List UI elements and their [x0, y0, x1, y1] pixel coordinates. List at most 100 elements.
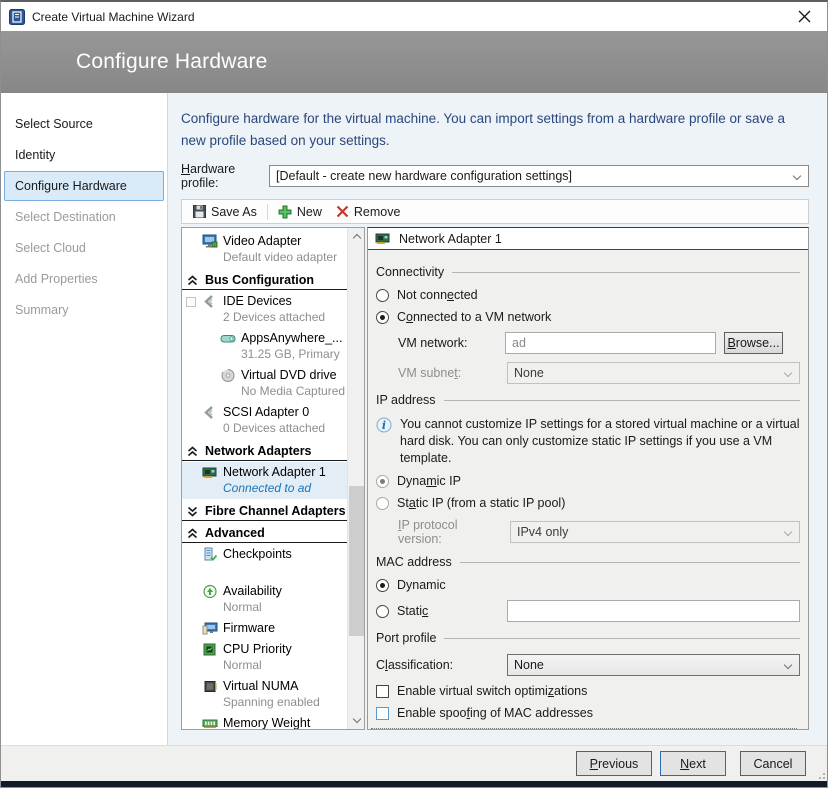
tree-item-label: Virtual NUMA [223, 678, 320, 694]
hardware-profile-dropdown[interactable]: [Default - create new hardware configura… [269, 165, 809, 187]
page-header: Configure Hardware [1, 31, 827, 93]
ip-address-section-header: IP address [376, 393, 800, 407]
previous-button[interactable]: Previous [576, 751, 652, 776]
close-button[interactable] [787, 2, 821, 31]
info-icon: i [376, 417, 392, 433]
section-label: Fibre Channel Adapters [205, 504, 346, 518]
tree-item[interactable]: Virtual DVD drive No Media Captured [182, 365, 347, 402]
remove-button[interactable]: Remove [329, 201, 408, 222]
not-connected-radio[interactable] [376, 289, 389, 302]
tree-item[interactable]: IDE Devices 2 Devices attached [182, 291, 347, 328]
wizard-step-item[interactable]: Identity [4, 140, 164, 170]
connected-radio[interactable] [376, 311, 389, 324]
wizard-footer: Previous Next Cancel [1, 745, 827, 781]
not-connected-label: Not connected [397, 288, 478, 302]
remove-label: Remove [354, 205, 401, 219]
cancel-button[interactable]: Cancel [740, 751, 806, 776]
tree-item[interactable]: CPU Priority Normal [182, 639, 347, 676]
tree-item[interactable]: Network Adapter 1 Connected to ad [182, 462, 347, 499]
tree-item-icon [202, 584, 218, 599]
tree-item[interactable]: SCSI Adapter 0 0 Devices attached [182, 402, 347, 439]
availability-icon [202, 584, 218, 599]
connected-option[interactable]: Connected to a VM network [376, 310, 800, 324]
scrollbar-thumb[interactable] [349, 486, 364, 636]
mac-static-option[interactable]: Static [376, 600, 800, 622]
dvd-disc-icon [220, 368, 236, 383]
mac-dynamic-option[interactable]: Dynamic [376, 578, 800, 592]
scroll-up-button[interactable] [348, 228, 365, 245]
step-label: Add Properties [15, 272, 98, 286]
virtual-switch-optimizations-option[interactable]: Enable virtual switch optimizations [376, 684, 800, 698]
tree-item[interactable]: Availability Normal [182, 581, 347, 618]
scroll-down-button[interactable] [348, 712, 365, 729]
section-label: Advanced [205, 526, 265, 540]
tree-item-label: IDE Devices [223, 293, 325, 309]
ip-protocol-dropdown: IPv4 only [510, 521, 800, 543]
tree-item-label: Virtual DVD drive [241, 367, 345, 383]
wizard-step-item[interactable]: Add Properties [4, 264, 164, 294]
mac-static-input[interactable] [507, 600, 800, 622]
tree-section-header[interactable]: Fibre Channel Adapters [182, 500, 347, 521]
classification-dropdown[interactable]: None [507, 654, 800, 676]
resize-grip[interactable] [815, 769, 825, 779]
dynamic-ip-label: Dynamic IP [397, 474, 461, 488]
mac-dynamic-radio[interactable] [376, 579, 389, 592]
browse-button[interactable]: Browse... [724, 332, 783, 354]
tree-item[interactable]: AppsAnywhere_... 31.25 GB, Primary [182, 328, 347, 365]
chevron-up-icon [352, 234, 360, 242]
wizard-step-item[interactable]: Select Destination [4, 202, 164, 232]
tree-expander[interactable] [186, 297, 196, 307]
tree-section-header[interactable]: Bus Configuration [182, 269, 347, 290]
chevron-double-icon [187, 506, 198, 517]
vm-network-input[interactable] [505, 332, 716, 354]
chevron-double-icon [187, 528, 198, 539]
not-connected-option[interactable]: Not connected [376, 288, 800, 302]
next-button[interactable]: Next [660, 751, 726, 776]
tree-item[interactable]: Memory Weight Normal [182, 713, 347, 729]
step-label: Configure Hardware [15, 179, 127, 193]
wizard-step-item[interactable]: Select Source [4, 109, 164, 139]
tree-section-header[interactable]: Network Adapters [182, 440, 347, 461]
svg-text:i: i [382, 419, 386, 432]
tree-item-sublabel: 2 Devices attached [223, 309, 325, 325]
save-as-button[interactable]: Save As [186, 201, 264, 222]
step-label: Select Destination [15, 210, 116, 224]
ip-protocol-value: IPv4 only [517, 525, 568, 539]
vm-subnet-value: None [514, 366, 544, 380]
mac-dynamic-label: Dynamic [397, 578, 446, 592]
hardware-tree: Video Adapter Default video adapter Bus … [182, 228, 347, 729]
guest-specified-ip-option[interactable]: Enable guest specified IP addresses [371, 728, 797, 729]
hardware-profile-row: Hardware profile: [Default - create new … [181, 162, 809, 190]
wizard-step-item[interactable]: Summary [4, 295, 164, 325]
new-button[interactable]: New [271, 201, 329, 222]
tree-scrollbar[interactable] [347, 228, 364, 729]
tree-item-icon [220, 331, 236, 346]
tree-section-header[interactable]: Advanced [182, 522, 347, 543]
ip-protocol-row: IP protocol version: IPv4 only [398, 518, 800, 546]
vm-network-row: VM network: Browse... [398, 332, 800, 354]
section-rule [444, 638, 800, 639]
step-label: Summary [15, 303, 68, 317]
tree-item[interactable]: Firmware [182, 618, 347, 639]
port-profile-section-header: Port profile [376, 631, 800, 645]
virtual-switch-optimizations-checkbox[interactable] [376, 685, 389, 698]
mac-spoofing-option[interactable]: Enable spoofing of MAC addresses [376, 706, 800, 720]
main-content: Configure hardware for the virtual machi… [168, 93, 827, 745]
tree-item-label: AppsAnywhere_... [241, 330, 342, 346]
detail-body: Connectivity Not connected Connected to … [368, 250, 808, 729]
tree-item[interactable]: Video Adapter Default video adapter [182, 231, 347, 268]
connectivity-label: Connectivity [376, 265, 444, 279]
mac-spoofing-checkbox[interactable] [376, 707, 389, 720]
tree-item-label: Availability [223, 583, 282, 599]
chevron-double-icon [187, 446, 198, 457]
wizard-step-item[interactable]: Configure Hardware [4, 171, 164, 201]
tree-item[interactable]: Virtual NUMA Spanning enabled [182, 676, 347, 713]
hardware-tree-panel: Video Adapter Default video adapter Bus … [181, 227, 365, 730]
page-title: Configure Hardware [1, 50, 268, 74]
page-description: Configure hardware for the virtual machi… [181, 108, 809, 151]
mac-static-radio[interactable] [376, 605, 389, 618]
new-label: New [297, 205, 322, 219]
classification-label: Classification: [376, 658, 497, 672]
wizard-step-item[interactable]: Select Cloud [4, 233, 164, 263]
tree-item[interactable]: Checkpoints [182, 544, 347, 565]
